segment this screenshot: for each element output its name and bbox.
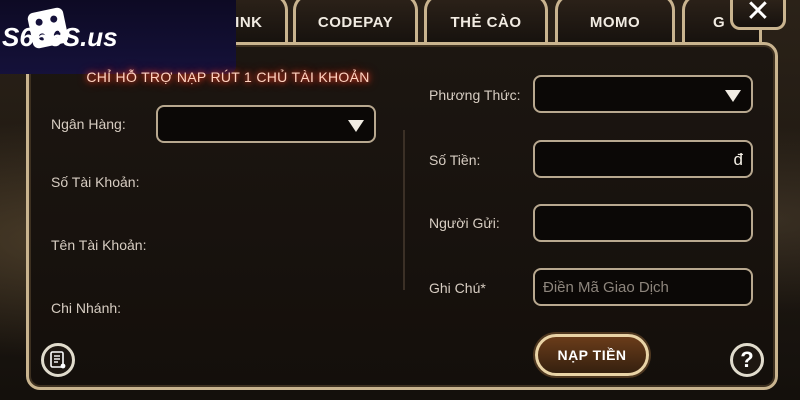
account-name-label: Tên Tài Khoản:: [51, 237, 147, 253]
history-button[interactable]: [41, 343, 75, 377]
branch-label: Chi Nhánh:: [51, 300, 122, 316]
logo-text: S666S.us: [2, 21, 118, 52]
note-input[interactable]: [533, 268, 753, 306]
bank-label: Ngân Hàng:: [51, 116, 126, 132]
tab-codepay[interactable]: CODEPAY: [293, 0, 418, 42]
method-select[interactable]: [533, 75, 753, 113]
currency-symbol: đ: [733, 150, 743, 169]
tab-momo[interactable]: MOMO: [555, 0, 675, 42]
document-icon: [50, 351, 66, 369]
amount-text-input[interactable]: [535, 150, 751, 168]
brand-logo: S666S.us: [0, 0, 236, 74]
bank-select[interactable]: [156, 105, 376, 143]
method-label: Phương Thức:: [429, 87, 521, 103]
sender-text-input[interactable]: [535, 214, 751, 232]
close-button[interactable]: ✕: [730, 0, 786, 30]
chevron-down-icon: [725, 90, 741, 102]
support-note: CHỈ HỖ TRỢ NẠP RÚT 1 CHỦ TÀI KHOẢN: [86, 69, 370, 85]
transaction-code-input[interactable]: [535, 278, 751, 296]
account-number-label: Số Tài Khoản:: [51, 174, 140, 190]
sender-input[interactable]: [533, 204, 753, 242]
tab-the-cao[interactable]: THẺ CÀO: [424, 0, 548, 42]
note-label: Ghi Chú*: [429, 280, 486, 296]
column-divider: [403, 130, 405, 290]
deposit-button[interactable]: NẠP TIỀN: [535, 334, 649, 376]
sender-label: Người Gửi:: [429, 215, 500, 231]
help-button[interactable]: ?: [730, 343, 764, 377]
amount-input[interactable]: đ: [533, 140, 753, 178]
amount-label: Số Tiền:: [429, 152, 481, 168]
close-icon: ✕: [745, 0, 771, 28]
chevron-down-icon: [348, 120, 364, 132]
question-icon: ?: [740, 347, 754, 372]
